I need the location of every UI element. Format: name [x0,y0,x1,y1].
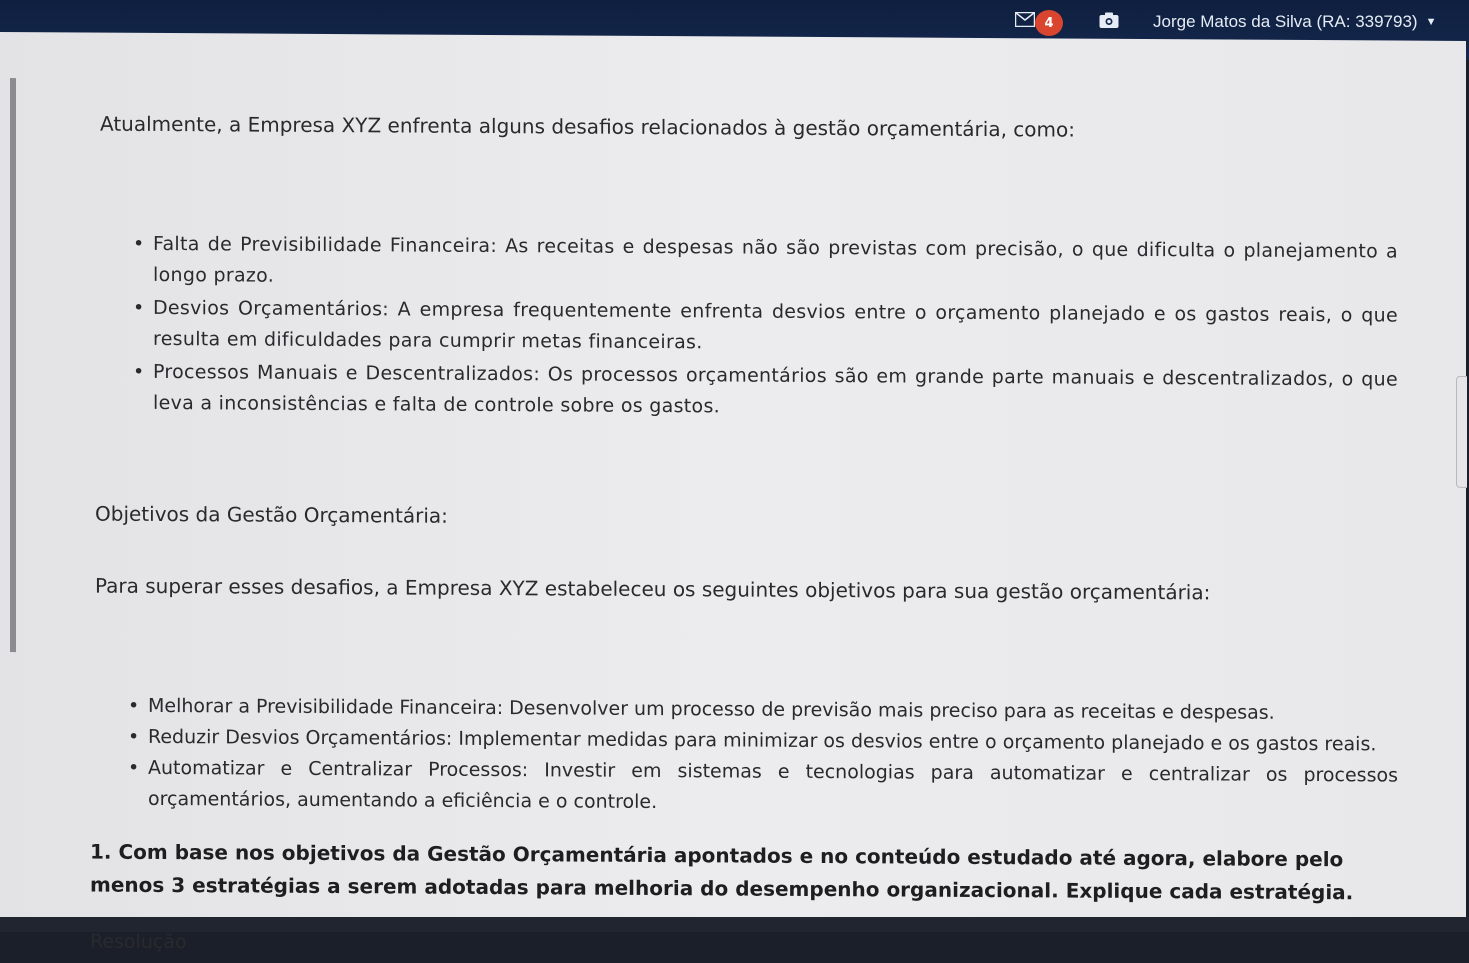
caret-down-icon: ▼ [1425,16,1437,28]
list-item: Falta de Previsibilidade Financeira: As … [133,229,1398,299]
mail-icon[interactable] [1015,12,1035,27]
objectives-title: Objetivos da Gestão Orçamentária: [95,501,448,528]
user-name-label: Jorge Matos da Silva (RA: 339793) [1153,12,1418,31]
intro-text: Atualmente, a Empresa XYZ enfrenta algun… [100,111,1075,142]
side-panel-handle[interactable] [1456,375,1467,488]
challenges-list: Falta de Previsibilidade Financeira: As … [133,229,1398,429]
list-item: Desvios Orçamentários: A empresa frequen… [133,293,1398,363]
objectives-list: Melhorar a Previsibilidade Financeira: D… [128,691,1398,823]
objectives-intro: Para superar esses desafios, a Empresa X… [95,573,1211,605]
camera-icon[interactable] [1099,12,1119,29]
mail-count-badge[interactable]: 4 [1035,10,1063,36]
screen-bottom-edge [0,917,1469,932]
left-accent-bar [10,78,16,653]
user-menu[interactable]: Jorge Matos da Silva (RA: 339793) ▼ [1153,12,1436,32]
content-panel: Atualmente, a Empresa XYZ enfrenta algun… [0,32,1467,953]
list-item: Automatizar e Centralizar Processos: Inv… [128,753,1398,823]
resolution-label: Resolução [90,930,187,954]
list-item: Processos Manuais e Descentralizados: Os… [133,357,1398,427]
question-text: 1. Com base nos objetivos da Gestão Orça… [90,839,1354,905]
